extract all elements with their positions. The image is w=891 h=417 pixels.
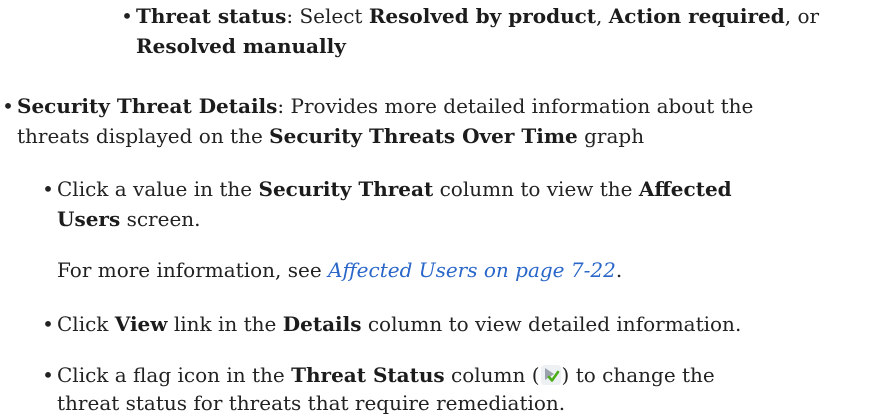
sub-item-flag-icon-cont: threat status for threats that require r… (57, 391, 566, 415)
bullet: • (42, 363, 54, 387)
threat-status-item: Threat status: Select Resolved by produc… (136, 4, 820, 28)
option-resolved-by-product: Resolved by product (368, 4, 597, 28)
sub-item-flag-icon: Click a flag icon in the Threat Status c… (57, 363, 715, 387)
sub-item-view-link: Click View link in the Details column to… (57, 312, 742, 336)
bullet: • (42, 312, 54, 336)
more-info-line: For more information, see Affected Users… (57, 258, 623, 282)
option-resolved-manually: Resolved manually (136, 34, 346, 58)
bullet: • (121, 4, 133, 28)
security-threats-over-time-label: Security Threats Over Time (269, 124, 578, 148)
security-threat-details-cont: threats displayed on the Security Threat… (17, 124, 645, 148)
flag-check-icon (540, 365, 561, 385)
threat-status-item-cont: Resolved manually (136, 32, 346, 60)
sub-item-security-threat: Click a value in the Security Threat col… (57, 177, 732, 201)
security-threat-details-item: Security Threat Details: Provides more d… (17, 94, 754, 118)
affected-users-link[interactable]: Affected Users on page 7-22 (328, 258, 616, 282)
bullet: • (2, 94, 14, 118)
sub-item-security-threat-cont: Users screen. (57, 207, 201, 231)
option-action-required: Action required (608, 4, 785, 28)
threat-status-label: Threat status (136, 4, 287, 28)
security-threat-details-label: Security Threat Details (17, 94, 278, 118)
bullet: • (42, 177, 54, 201)
